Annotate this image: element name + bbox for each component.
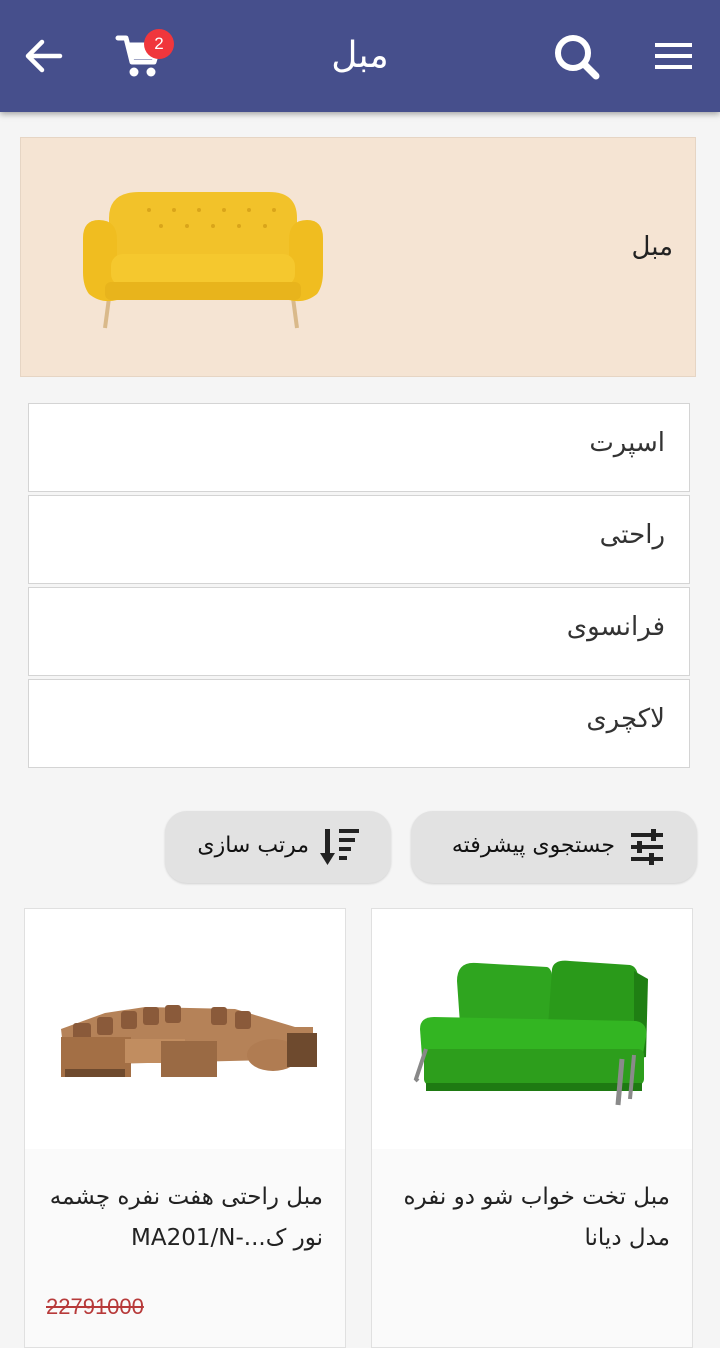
subcategory-item[interactable]: لاکچری bbox=[28, 679, 690, 768]
page-title: مبل bbox=[331, 35, 389, 76]
search-icon bbox=[555, 35, 600, 80]
subcategory-list: اسپرت راحتی فرانسوی لاکچری bbox=[28, 403, 690, 771]
yellow-sofa-image bbox=[83, 192, 323, 329]
subcategory-label: لاکچری bbox=[586, 704, 665, 734]
product-card[interactable]: مبل تخت خواب شو دو نفره مدل دیانا bbox=[371, 908, 693, 1348]
product-card[interactable]: مبل راحتی هفت نفره چشمه نور ک...-MA201/N bbox=[24, 908, 346, 1348]
subcategory-label: فرانسوی bbox=[566, 612, 665, 642]
subcategory-label: اسپرت bbox=[589, 428, 665, 458]
menu-button[interactable] bbox=[646, 28, 702, 84]
green-sofa-bed-image bbox=[413, 960, 648, 1106]
product-name: مبل راحتی هفت نفره چشمه نور ک...-MA201/N bbox=[49, 1184, 323, 1251]
search-button[interactable] bbox=[548, 28, 604, 84]
sort-icon bbox=[320, 829, 359, 865]
app-bar: 2 مبل bbox=[0, 0, 720, 112]
advanced-search-label: جستجوی پیشرفته bbox=[451, 833, 615, 858]
category-banner[interactable]: مبل bbox=[20, 137, 696, 377]
sort-button[interactable]: مرتب سازی bbox=[165, 811, 391, 883]
product-old-price: 22791000 bbox=[46, 1294, 144, 1319]
brown-sectional-sofa-image bbox=[61, 1005, 317, 1077]
product-name: مبل تخت خواب شو دو نفره مدل دیانا bbox=[403, 1184, 671, 1251]
advanced-search-button[interactable]: جستجوی پیشرفته bbox=[411, 811, 697, 883]
subcategory-item[interactable]: اسپرت bbox=[28, 403, 690, 492]
product-image bbox=[25, 909, 345, 1149]
subcategory-item[interactable]: فرانسوی bbox=[28, 587, 690, 676]
filter-sliders-icon bbox=[631, 829, 663, 865]
product-image bbox=[372, 909, 692, 1149]
menu-icon bbox=[655, 43, 692, 69]
sort-label: مرتب سازی bbox=[197, 833, 309, 858]
subcategory-label: راحتی bbox=[599, 520, 665, 550]
banner-label: مبل bbox=[631, 232, 673, 262]
subcategory-item[interactable]: راحتی bbox=[28, 495, 690, 584]
